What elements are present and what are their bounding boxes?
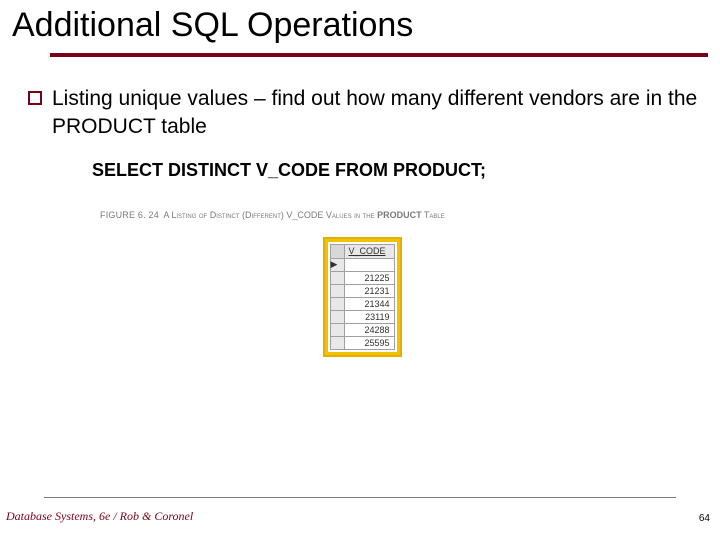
figure-block: FIGURE 6. 24 A Listing of Distinct (Diff… [92,201,632,371]
table-header-row: V_CODE [330,244,394,258]
bullet-text: Listing unique values – find out how man… [52,85,704,142]
table-row: 21231 [330,284,394,297]
slide-title: Additional SQL Operations [12,6,708,45]
row-selector-icon: ▶ [330,258,344,271]
table-row: 21344 [330,297,394,310]
table-row: 23119 [330,310,394,323]
table-row: ▶ [330,258,394,271]
bullet-icon [28,91,42,105]
bullet-item: Listing unique values – find out how man… [28,85,704,142]
sql-statement: SELECT DISTINCT V_CODE FROM PRODUCT; [92,160,708,181]
figure-label: FIGURE 6. 24 [100,210,159,220]
title-underline [50,53,708,57]
figure-caption: FIGURE 6. 24 A Listing of Distinct (Diff… [92,201,632,229]
page-number: 64 [699,513,710,524]
footer-text: Database Systems, 6e / Rob & Coronel [6,509,193,524]
table-row: 24288 [330,323,394,336]
table-row: 25595 [330,336,394,349]
footer-divider [44,497,676,498]
row-selector-header [330,244,344,258]
result-table: V_CODE ▶ 21225 21231 [323,237,402,357]
column-header: V_CODE [344,244,394,258]
figure-description: A Listing of Distinct (Different) V_CODE… [163,210,444,220]
table-row: 21225 [330,271,394,284]
